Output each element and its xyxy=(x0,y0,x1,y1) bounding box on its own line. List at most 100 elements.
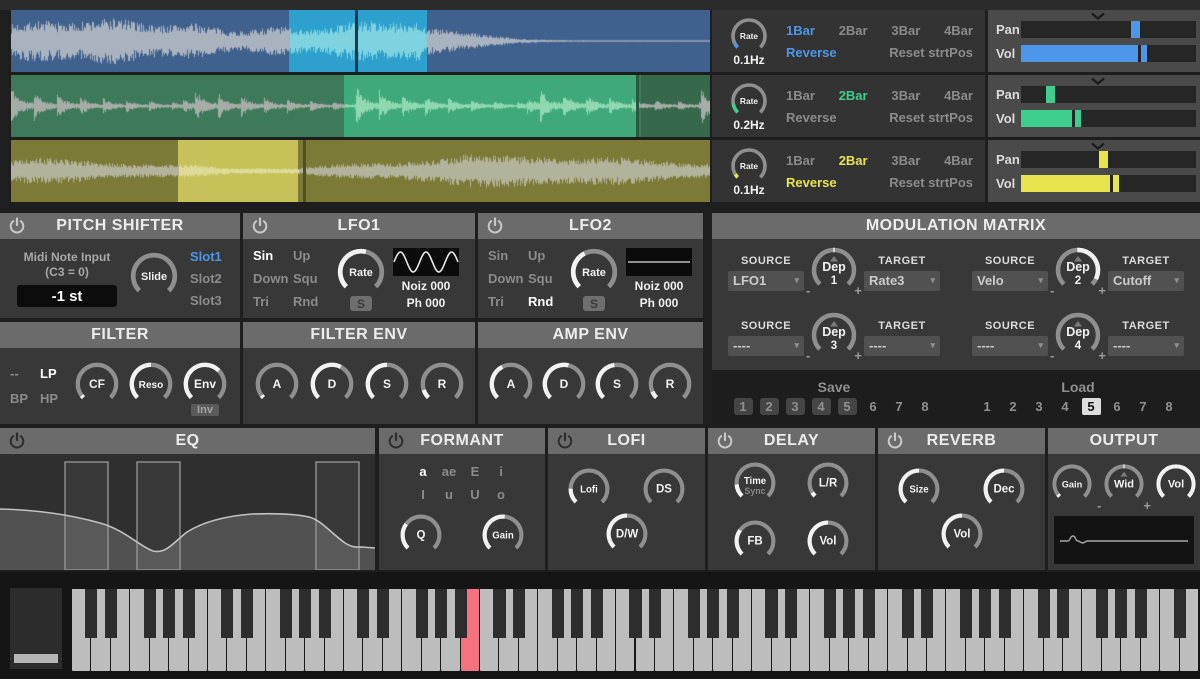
power-icon[interactable] xyxy=(715,431,735,456)
lfo-shape-sin[interactable]: Sin xyxy=(253,248,293,263)
load-slot-8-button[interactable]: 8 xyxy=(1160,398,1179,415)
pan-slider[interactable] xyxy=(1021,86,1196,103)
lfo-shape-tri[interactable]: Tri xyxy=(488,294,528,309)
piano-keyboard[interactable] xyxy=(72,589,1199,671)
vowel-ae-button[interactable]: ae xyxy=(436,464,462,479)
attack-knob[interactable]: A xyxy=(487,360,535,413)
lfo-shape-down[interactable]: Down xyxy=(488,271,528,286)
piano-black-key[interactable] xyxy=(552,589,564,638)
source-dropdown[interactable]: Velo▾ xyxy=(972,271,1048,291)
waveform-display-3[interactable] xyxy=(11,140,710,202)
save-slot-5-button[interactable]: 5 xyxy=(838,398,857,415)
depth-knob[interactable]: Dep2 xyxy=(1053,245,1103,300)
save-slot-3-button[interactable]: 3 xyxy=(786,398,805,415)
bar-3-button[interactable]: 3Bar xyxy=(891,153,920,168)
reverse-button[interactable]: Reverse xyxy=(786,175,837,190)
reverse-button[interactable]: Reverse xyxy=(786,110,837,125)
lfo-shape-rnd[interactable]: Rnd xyxy=(293,294,327,309)
bar-2-button[interactable]: 2Bar xyxy=(839,23,868,38)
output-vol-knob[interactable]: Vol xyxy=(1154,462,1198,511)
reverse-button[interactable]: Reverse xyxy=(786,45,837,60)
piano-black-key[interactable] xyxy=(1096,589,1108,638)
chevron-down-icon[interactable] xyxy=(1091,77,1105,85)
bar-3-button[interactable]: 3Bar xyxy=(891,23,920,38)
lfo-noiz-value[interactable]: Noiz 000 xyxy=(635,279,684,293)
waveform-divider-line[interactable] xyxy=(636,75,639,137)
piano-black-key[interactable] xyxy=(843,589,855,638)
filter-mode-hp[interactable]: HP xyxy=(40,391,70,406)
piano-black-key[interactable] xyxy=(902,589,914,638)
lfo-shape-rnd[interactable]: Rnd xyxy=(528,294,562,309)
piano-black-key[interactable] xyxy=(824,589,836,638)
lfo-sync-button[interactable]: S xyxy=(583,296,605,311)
width-knob[interactable]: Wid xyxy=(1102,462,1146,511)
piano-black-key[interactable] xyxy=(435,589,447,638)
vowel-I-button[interactable]: I xyxy=(410,487,436,502)
lfo-sync-button[interactable]: S xyxy=(350,296,372,311)
load-slot-2-button[interactable]: 2 xyxy=(1004,398,1023,415)
power-icon[interactable] xyxy=(386,431,406,456)
piano-black-key[interactable] xyxy=(707,589,719,638)
piano-black-key[interactable] xyxy=(765,589,777,638)
piano-black-key[interactable] xyxy=(416,589,428,638)
size-knob[interactable]: Size xyxy=(896,466,942,517)
piano-black-key[interactable] xyxy=(863,589,875,638)
vowel-a-button[interactable]: a xyxy=(410,464,436,479)
bar-2-button[interactable]: 2Bar xyxy=(839,153,868,168)
save-slot-6-button[interactable]: 6 xyxy=(864,398,883,415)
bar-3-button[interactable]: 3Bar xyxy=(891,88,920,103)
piano-black-key[interactable] xyxy=(513,589,525,638)
slot3-button[interactable]: Slot3 xyxy=(190,293,222,308)
piano-black-key[interactable] xyxy=(979,589,991,638)
gain-knob[interactable]: Gain xyxy=(480,512,526,563)
lfo-shape-up[interactable]: Up xyxy=(528,248,562,263)
piano-black-key[interactable] xyxy=(1057,589,1069,638)
target-dropdown[interactable]: ----▾ xyxy=(864,336,940,356)
sustain-knob[interactable]: S xyxy=(363,360,411,413)
piano-black-key[interactable] xyxy=(357,589,369,638)
power-icon[interactable] xyxy=(250,216,270,241)
power-icon[interactable] xyxy=(7,216,27,241)
piano-black-key[interactable] xyxy=(1135,589,1147,638)
piano-black-key[interactable] xyxy=(999,589,1011,638)
eq-curve-display[interactable] xyxy=(0,454,375,570)
lfo-shape-up[interactable]: Up xyxy=(293,248,327,263)
decay-knob[interactable]: D xyxy=(540,360,588,413)
piano-black-key[interactable] xyxy=(280,589,292,638)
lfo-rate-knob[interactable]: Rate xyxy=(335,246,387,303)
downsample-knob[interactable]: DS xyxy=(641,466,687,517)
source-dropdown[interactable]: ----▾ xyxy=(728,336,804,356)
reset-startpos-button[interactable]: Reset strtPos xyxy=(889,110,973,125)
lfo-shape-tri[interactable]: Tri xyxy=(253,294,293,309)
piano-black-key[interactable] xyxy=(455,589,467,638)
vowel-i-button[interactable]: i xyxy=(488,464,514,479)
bar-4-button[interactable]: 4Bar xyxy=(944,153,973,168)
piano-black-key[interactable] xyxy=(785,589,797,638)
load-slot-3-button[interactable]: 3 xyxy=(1030,398,1049,415)
delay-lr-knob[interactable]: L/R xyxy=(805,460,851,511)
piano-black-key[interactable] xyxy=(727,589,739,638)
bar-2-button[interactable]: 2Bar xyxy=(839,88,868,103)
cutoff-knob[interactable]: CF xyxy=(73,360,121,413)
release-knob[interactable]: R xyxy=(418,360,466,413)
load-slot-5-button[interactable]: 5 xyxy=(1082,398,1101,415)
lfo-phase-value[interactable]: Ph 000 xyxy=(407,296,446,310)
lfo-shape-squ[interactable]: Squ xyxy=(293,271,327,286)
source-dropdown[interactable]: ----▾ xyxy=(972,336,1048,356)
velocity-box[interactable] xyxy=(10,588,62,669)
depth-knob[interactable]: Dep3 xyxy=(809,310,859,365)
slot1-button[interactable]: Slot1 xyxy=(190,249,222,264)
save-slot-7-button[interactable]: 7 xyxy=(890,398,909,415)
save-slot-2-button[interactable]: 2 xyxy=(760,398,779,415)
piano-black-key[interactable] xyxy=(377,589,389,638)
save-slot-8-button[interactable]: 8 xyxy=(916,398,935,415)
lfo-rate-knob[interactable]: Rate xyxy=(568,246,620,303)
reset-startpos-button[interactable]: Reset strtPos xyxy=(889,175,973,190)
vowel-o-button[interactable]: o xyxy=(488,487,514,502)
piano-black-key[interactable] xyxy=(493,589,505,638)
lfo-shape-down[interactable]: Down xyxy=(253,271,293,286)
delay-time-knob[interactable]: TimeSync xyxy=(732,460,778,511)
feedback-knob[interactable]: FB xyxy=(732,518,778,569)
release-knob[interactable]: R xyxy=(646,360,694,413)
sustain-knob[interactable]: S xyxy=(593,360,641,413)
